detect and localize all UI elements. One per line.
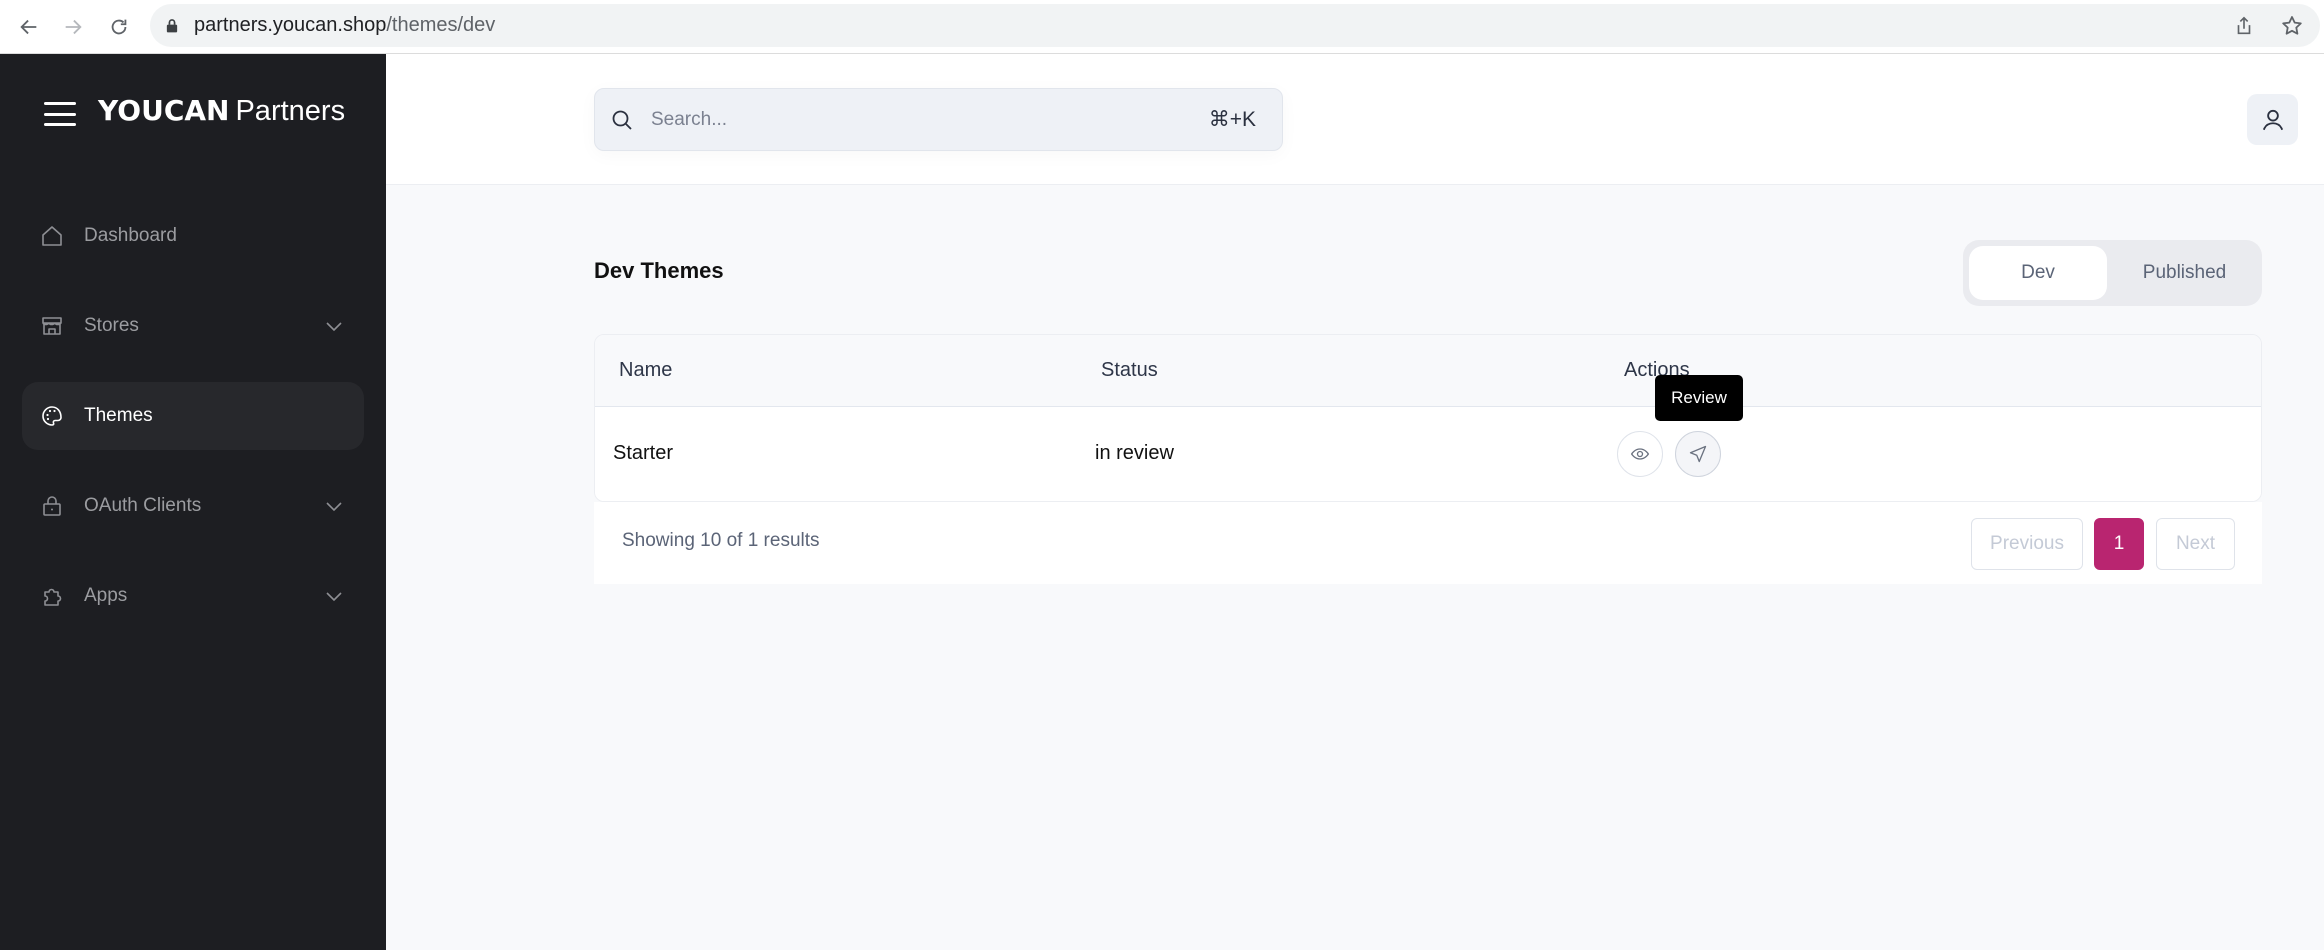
store-icon	[40, 314, 64, 338]
pagination-bar: Showing 10 of 1 results Previous 1 Next	[594, 502, 2262, 584]
sidebar-item-stores[interactable]: Stores	[22, 292, 364, 360]
forward-arrow-icon	[62, 16, 84, 38]
next-page-button[interactable]: Next	[2156, 518, 2235, 570]
logo[interactable]: YOUCAN Partners	[98, 94, 345, 128]
sidebar-item-label: Stores	[84, 315, 139, 337]
url-host: partners.youcan.shop	[194, 14, 386, 36]
preview-button[interactable]	[1617, 431, 1663, 477]
sidebar-item-label: OAuth Clients	[84, 495, 201, 517]
menu-toggle-icon[interactable]	[44, 102, 76, 126]
sidebar-item-label: Apps	[84, 585, 127, 607]
top-header: ⌘+K	[386, 54, 2324, 185]
sidebar-item-dashboard[interactable]: Dashboard	[22, 202, 364, 270]
table-row: Starter in review	[595, 407, 2261, 502]
logo-brand: YOUCAN	[98, 94, 229, 127]
search-icon	[609, 107, 635, 133]
sidebar: YOUCAN Partners Dashboard Stores Themes	[0, 54, 386, 950]
tab-dev[interactable]: Dev	[1969, 246, 2107, 300]
results-summary: Showing 10 of 1 results	[622, 530, 820, 552]
sidebar-item-label: Themes	[84, 405, 153, 427]
home-icon	[40, 224, 64, 248]
theme-name: Starter	[613, 442, 673, 465]
theme-status: in review	[1095, 442, 1174, 465]
sidebar-item-themes[interactable]: Themes	[22, 382, 364, 450]
back-button[interactable]	[14, 12, 44, 42]
search-bar[interactable]: ⌘+K	[594, 88, 1283, 151]
share-icon[interactable]	[2230, 12, 2258, 40]
chevron-down-icon[interactable]	[324, 586, 344, 606]
column-header-status: Status	[1101, 359, 1158, 382]
search-shortcut-hint: ⌘+K	[1209, 107, 1256, 132]
themes-table: Name Status Actions Starter in review	[594, 334, 2262, 502]
sidebar-nav: Dashboard Stores Themes OAuth Clients	[22, 202, 364, 652]
profile-button[interactable]	[2247, 94, 2298, 145]
review-tooltip: Review	[1655, 375, 1743, 421]
back-arrow-icon	[18, 16, 40, 38]
browser-toolbar: partners.youcan.shop/themes/dev	[0, 0, 2324, 54]
previous-page-button[interactable]: Previous	[1971, 518, 2083, 570]
table-header: Name Status Actions	[595, 335, 2261, 407]
user-icon	[2260, 107, 2286, 133]
reload-button[interactable]	[104, 12, 134, 42]
column-header-name: Name	[619, 359, 672, 382]
tab-published[interactable]: Published	[2113, 246, 2256, 300]
chevron-down-icon[interactable]	[324, 316, 344, 336]
sidebar-item-oauth-clients[interactable]: OAuth Clients	[22, 472, 364, 540]
reload-icon	[108, 16, 130, 38]
eye-icon	[1630, 444, 1650, 464]
url-path: /themes/dev	[386, 14, 495, 36]
page-number-button[interactable]: 1	[2094, 518, 2144, 570]
send-icon	[1688, 444, 1708, 464]
address-bar[interactable]: partners.youcan.shop/themes/dev	[150, 4, 2320, 47]
forward-button[interactable]	[58, 12, 88, 42]
chevron-down-icon[interactable]	[324, 496, 344, 516]
bookmark-star-icon[interactable]	[2278, 12, 2306, 40]
page-title: Dev Themes	[594, 258, 724, 284]
search-input[interactable]	[651, 109, 1209, 131]
lock-icon	[40, 494, 64, 518]
sidebar-item-apps[interactable]: Apps	[22, 562, 364, 630]
sidebar-item-label: Dashboard	[84, 225, 177, 247]
palette-icon	[40, 404, 64, 428]
theme-filter-toggle: Dev Published	[1963, 240, 2262, 306]
submit-review-button[interactable]	[1675, 431, 1721, 477]
puzzle-icon	[40, 584, 64, 608]
lock-icon	[166, 18, 180, 34]
logo-suffix: Partners	[235, 95, 345, 128]
url-text: partners.youcan.shop/themes/dev	[194, 14, 495, 37]
